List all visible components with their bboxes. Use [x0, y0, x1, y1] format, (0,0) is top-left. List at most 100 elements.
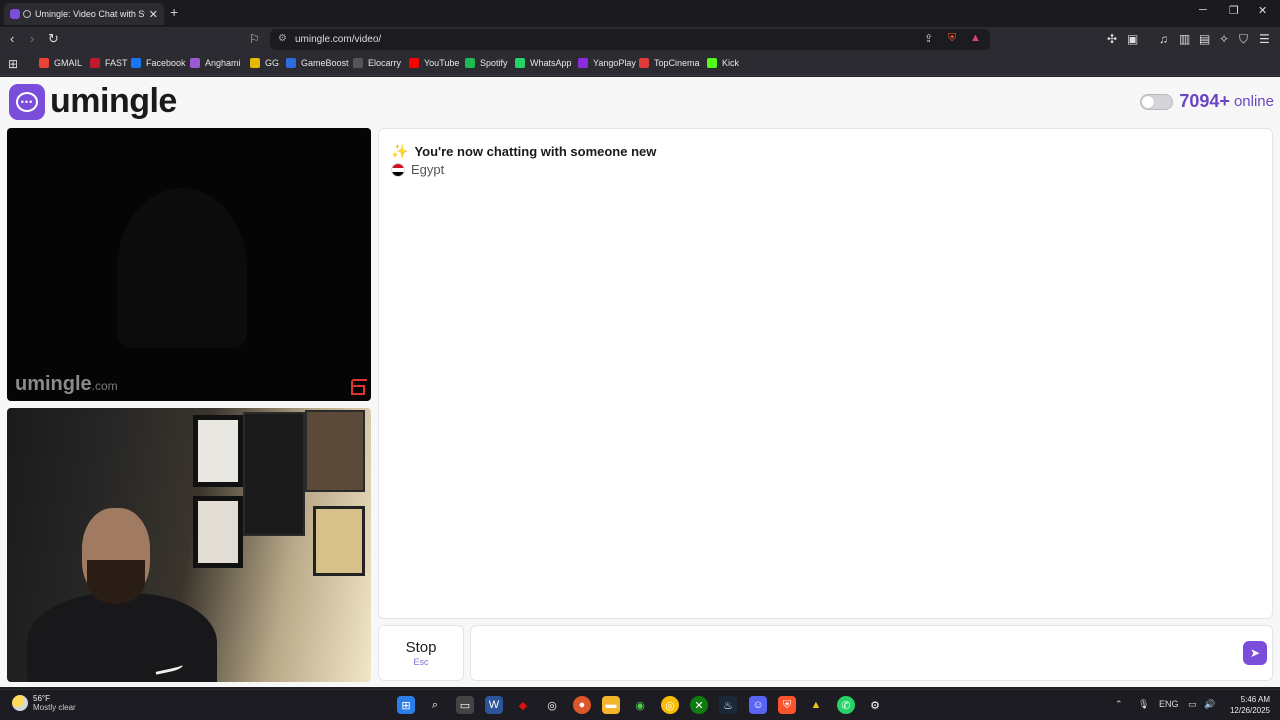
red-app-icon[interactable]: ◆ [514, 696, 532, 714]
vpn-icon[interactable]: ⛉ [1239, 32, 1248, 47]
menu-icon[interactable]: ☰ [1259, 32, 1270, 46]
facebook-icon [131, 58, 141, 68]
bookmark-fast[interactable]: FAST [90, 58, 128, 68]
discord-icon[interactable]: ☺ [749, 696, 767, 714]
chrome-icon[interactable]: ◎ [661, 696, 679, 714]
url-text[interactable]: umingle.com/video/ [295, 34, 381, 45]
xbox-icon[interactable]: ✕ [690, 696, 708, 714]
reload-icon[interactable]: ↻ [48, 31, 59, 47]
stop-button[interactable]: Stop Esc [378, 625, 464, 681]
microphone-icon[interactable]: 🎙 [1138, 699, 1149, 710]
bookmark-whatsapp[interactable]: WhatsApp [515, 58, 572, 68]
leo-ai-icon[interactable]: ✧ [1219, 32, 1229, 46]
gameboost-icon [286, 58, 296, 68]
bookmark-facebook[interactable]: Facebook [131, 58, 186, 68]
wall-poster [193, 415, 243, 487]
theme-toggle[interactable] [1140, 93, 1174, 110]
self-video [7, 408, 371, 682]
stop-button-label: Stop [405, 639, 437, 656]
weather-temperature: 56°F [33, 694, 50, 703]
online-indicator: 7094+ online [1140, 91, 1274, 112]
word-icon[interactable]: W [485, 696, 503, 714]
umingle-page: ••• umingle 7094+ online umingle.com ✨ Y… [0, 77, 1280, 687]
share-icon[interactable]: ⇪ [924, 32, 933, 45]
new-tab-icon[interactable]: + [170, 4, 178, 20]
windows-start-icon[interactable]: ⊞ [397, 696, 415, 714]
bookmark-gmail[interactable]: GMAIL [39, 58, 82, 68]
umingle-favicon-icon [10, 9, 20, 19]
close-window-icon[interactable]: ✕ [1258, 4, 1267, 17]
egypt-flag-icon [391, 162, 405, 177]
task-view-icon[interactable]: ▭ [456, 696, 474, 714]
wall-poster [305, 410, 365, 492]
language-indicator[interactable]: ENG [1159, 699, 1179, 709]
extensions-icon[interactable]: ✣ [1107, 32, 1117, 46]
volume-icon[interactable]: 🔊 [1204, 699, 1215, 710]
app-icon[interactable]: ● [573, 696, 591, 714]
tab-title: Umingle: Video Chat with Stra [35, 9, 145, 19]
forward-icon[interactable]: › [30, 31, 34, 46]
weather-icon [12, 695, 28, 711]
tray-chevron-icon[interactable]: ⌃ [1115, 699, 1123, 710]
anghami-icon [190, 58, 200, 68]
wallet-icon[interactable]: ▤ [1199, 32, 1210, 46]
bookmark-yangoplay[interactable]: YangoPlay [578, 58, 636, 68]
apps-grid-icon[interactable]: ⊞ [8, 57, 18, 71]
bookmark-topcinema[interactable]: TopCinema [639, 58, 700, 68]
system-clock[interactable]: 5:46 AM 12/26/2025 [1230, 694, 1270, 716]
message-input[interactable] [479, 634, 1229, 672]
site-logo[interactable]: ••• umingle [9, 82, 177, 121]
weather-condition: Mostly clear [33, 703, 76, 712]
bookmark-gameboost[interactable]: GameBoost [286, 58, 349, 68]
bookmark-kick[interactable]: Kick [707, 58, 739, 68]
bookmark-elocarry[interactable]: Elocarry [353, 58, 401, 68]
file-explorer-icon[interactable]: ▬ [602, 696, 620, 714]
logo-text: umingle [50, 82, 177, 120]
sparkles-icon: ✨ [391, 143, 409, 159]
bookmarks-bar: ⊞ GMAIL FAST Facebook Anghami GG GameBoo… [0, 52, 1280, 76]
site-info-icon[interactable]: ⚙ [278, 33, 287, 44]
obs-icon[interactable]: ◎ [543, 696, 561, 714]
back-icon[interactable]: ‹ [10, 31, 14, 46]
address-bar[interactable]: ⚙ umingle.com/video/ ⇪ ⛨ ▲ [270, 29, 990, 50]
whatsapp-taskbar-icon[interactable]: ✆ [837, 696, 855, 714]
browser-tab[interactable]: Umingle: Video Chat with Stra ✕ [4, 3, 164, 25]
bookmark-anghami[interactable]: Anghami [190, 58, 241, 68]
send-button[interactable]: ➤ [1243, 641, 1267, 665]
network-icon[interactable]: ▭ [1188, 699, 1197, 710]
brave-rewards-icon[interactable]: ▲ [970, 32, 981, 44]
chat-bubble-logo-icon: ••• [9, 83, 45, 120]
chat-status-message: ✨ You're now chatting with someone new [391, 143, 657, 159]
yangoplay-icon [578, 58, 588, 68]
bookmark-gg[interactable]: GG [250, 58, 279, 68]
settings-gear-icon[interactable]: ⚙ [866, 696, 884, 714]
screenshot-icon[interactable]: ▣ [1127, 32, 1138, 46]
bookmark-spotify[interactable]: Spotify [465, 58, 508, 68]
steam-icon[interactable]: ♨ [719, 696, 737, 714]
user-in-camera [27, 508, 217, 682]
taskbar-app-icon[interactable]: ▲ [807, 696, 825, 714]
minimize-icon[interactable]: ─ [1199, 4, 1207, 16]
browser-tab-bar: Umingle: Video Chat with Stra ✕ + ─ ❐ ✕ [0, 0, 1280, 27]
sidebar-icon[interactable]: ▥ [1179, 32, 1190, 46]
taskbar: 56°F Mostly clear ⊞ ⌕ ▭ W ◆ ◎ ● ▬ ◉ ◎ ✕ … [0, 689, 1280, 720]
media-icon[interactable]: ♫ [1159, 32, 1168, 46]
close-tab-icon[interactable]: ✕ [149, 8, 158, 21]
bookmark-page-icon[interactable]: ⚐ [249, 32, 260, 46]
report-flag-icon[interactable] [351, 379, 367, 395]
spotify-icon [465, 58, 475, 68]
brave-icon[interactable]: ⛨ [778, 696, 796, 714]
search-icon[interactable]: ⌕ [426, 696, 444, 714]
chat-log: ✨ You're now chatting with someone new E… [378, 128, 1273, 619]
message-box: ➤ [470, 625, 1273, 681]
stranger-video: umingle.com [7, 128, 371, 401]
weather-widget[interactable]: 56°F Mostly clear [12, 694, 76, 712]
messenger-app-icon[interactable]: ◉ [631, 696, 649, 714]
brave-shields-icon[interactable]: ⛨ [948, 32, 956, 45]
youtube-icon [409, 58, 419, 68]
bookmark-youtube[interactable]: YouTube [409, 58, 459, 68]
wall-poster [193, 496, 243, 568]
topcinema-icon [639, 58, 649, 68]
wall-poster [313, 506, 365, 576]
restore-icon[interactable]: ❐ [1229, 4, 1239, 17]
